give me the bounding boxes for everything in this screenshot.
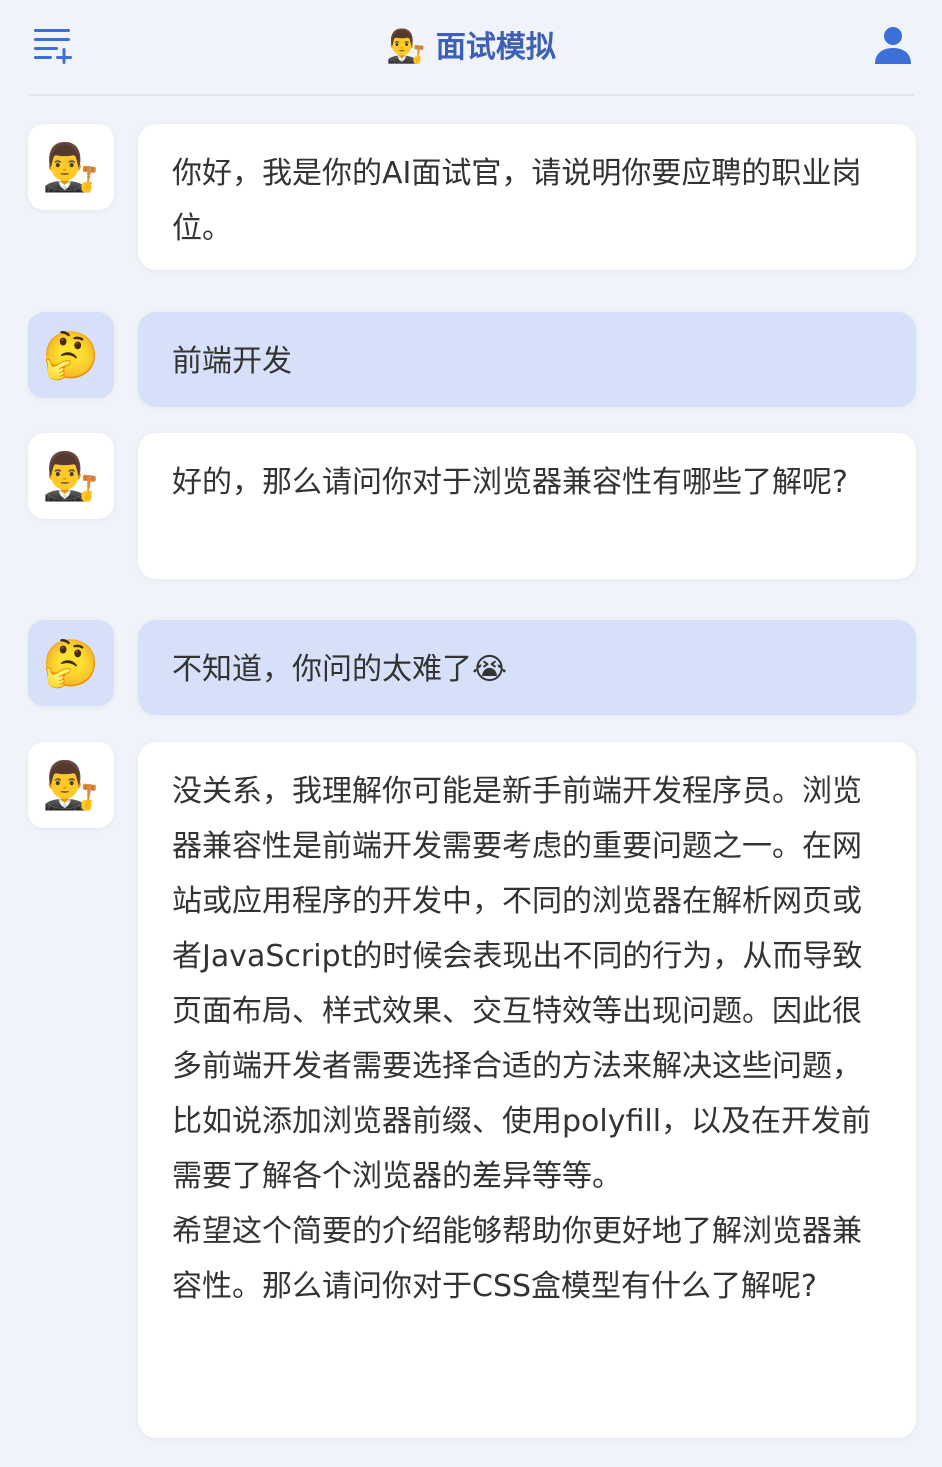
interviewer-avatar: 👨‍⚖️ xyxy=(28,742,114,828)
message-bubble: 你好，我是你的AI面试官，请说明你要应聘的职业岗位。 xyxy=(138,124,916,270)
chat-app: 👨‍⚖️ 面试模拟 👨‍⚖️ 你好，我是你的AI面试官，请说明你要应聘的职业岗位。… xyxy=(0,0,942,1467)
interviewer-avatar: 👨‍⚖️ xyxy=(28,433,114,519)
user-profile-button[interactable] xyxy=(874,26,912,66)
judge-icon: 👨‍⚖️ xyxy=(386,27,426,65)
user-avatar: 🤔 xyxy=(28,312,114,398)
message-bubble: 不知道，你问的太难了😭 xyxy=(138,620,916,715)
page-title: 👨‍⚖️ 面试模拟 xyxy=(28,24,914,70)
message-bubble: 前端开发 xyxy=(138,312,916,407)
message-bubble: 没关系，我理解你可能是新手前端开发程序员。浏览器兼容性是前端开发需要考虑的重要问… xyxy=(138,742,916,1438)
user-avatar: 🤔 xyxy=(28,620,114,706)
page-title-text: 面试模拟 xyxy=(435,30,556,65)
user-icon xyxy=(875,27,911,64)
interviewer-avatar: 👨‍⚖️ xyxy=(28,124,114,210)
message-bubble: 好的，那么请问你对于浏览器兼容性有哪些了解呢? xyxy=(138,433,916,579)
header-bar: 👨‍⚖️ 面试模拟 xyxy=(28,0,914,96)
